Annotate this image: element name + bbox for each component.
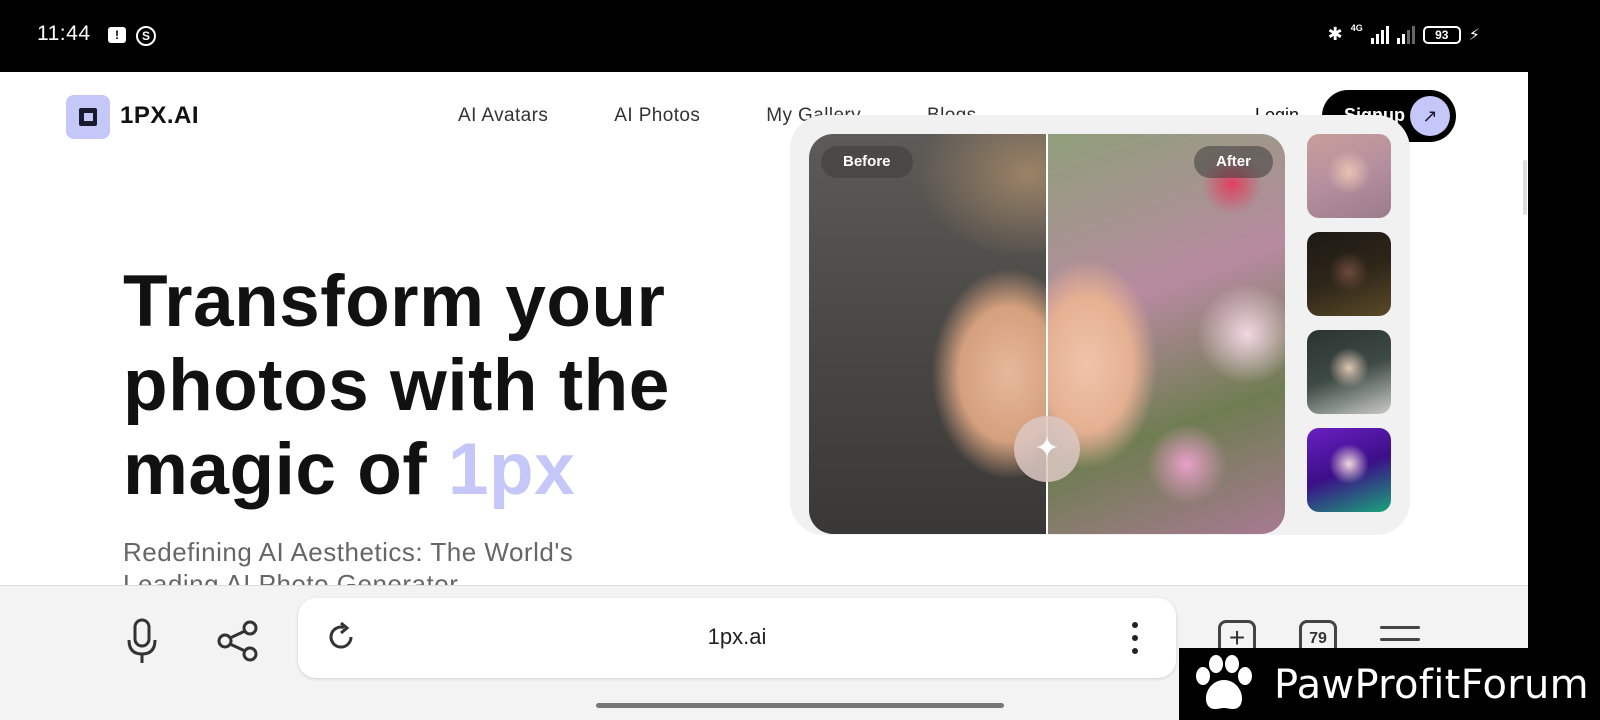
status-time: 11:44 [37, 22, 91, 45]
charging-icon: ⚡ [1468, 26, 1480, 44]
microphone-icon[interactable] [124, 618, 160, 666]
bluetooth-icon: ✱ [1327, 24, 1343, 44]
hero-line-3: magic of 1px [123, 428, 670, 512]
thumbnail-2[interactable] [1307, 232, 1391, 316]
screen-edge [1528, 72, 1600, 720]
arrow-up-right-icon: ↗ [1410, 96, 1450, 136]
nav-ai-avatars[interactable]: AI Avatars [458, 105, 548, 127]
before-label: Before [821, 146, 913, 178]
network-type: 4G [1350, 22, 1363, 33]
gesture-home-bar[interactable] [596, 703, 1004, 708]
logo-icon[interactable] [66, 95, 110, 139]
paw-icon [1196, 655, 1252, 709]
thumbnail-1[interactable] [1307, 134, 1391, 218]
after-image [1047, 134, 1285, 534]
hero-title: Transform your photos with the magic of … [123, 260, 670, 512]
more-options-icon[interactable] [1132, 622, 1138, 661]
status-icons: ✱ 4G 93 ⚡ [1327, 22, 1480, 45]
message-notification-icon: ! [108, 27, 126, 43]
sparkle-icon[interactable]: ✦ [1014, 416, 1080, 482]
logo-text[interactable]: 1PX.AI [120, 102, 199, 130]
url-text: 1px.ai [707, 624, 767, 649]
screen: 11:44 ! S ✱ 4G 93 ⚡ 1PX.AI AI Avatars AI… [0, 0, 1600, 720]
app-notification-icon: S [136, 26, 156, 46]
hero-line-3-prefix: magic of [123, 429, 448, 510]
signal-strength-icon [1370, 25, 1389, 44]
hero-accent: 1px [447, 429, 576, 510]
thumbnail-3[interactable] [1307, 330, 1391, 414]
watermark: PawProfitForum [1179, 648, 1600, 720]
signal-strength-secondary-icon [1396, 25, 1415, 44]
after-label: After [1193, 146, 1273, 178]
status-bar: 11:44 ! S ✱ 4G 93 ⚡ [0, 0, 1600, 72]
thumbnail-4[interactable] [1307, 428, 1391, 512]
address-bar[interactable]: 1px.ai [298, 598, 1176, 678]
nav-ai-photos[interactable]: AI Photos [614, 105, 700, 127]
hero-line-2: photos with the [123, 345, 670, 426]
watermark-text: PawProfitForum [1274, 662, 1589, 708]
hero-subtitle: Redefining AI Aesthetics: The World's Le… [123, 537, 574, 585]
hero-line-1: Transform your [123, 261, 666, 342]
before-after-compare[interactable]: Before After ✦ [809, 134, 1285, 534]
page-scrollbar[interactable] [1523, 160, 1527, 215]
battery-icon: 93 [1422, 25, 1461, 44]
before-image [809, 134, 1047, 534]
sample-thumbnails [1307, 134, 1391, 526]
share-icon[interactable] [216, 620, 260, 662]
